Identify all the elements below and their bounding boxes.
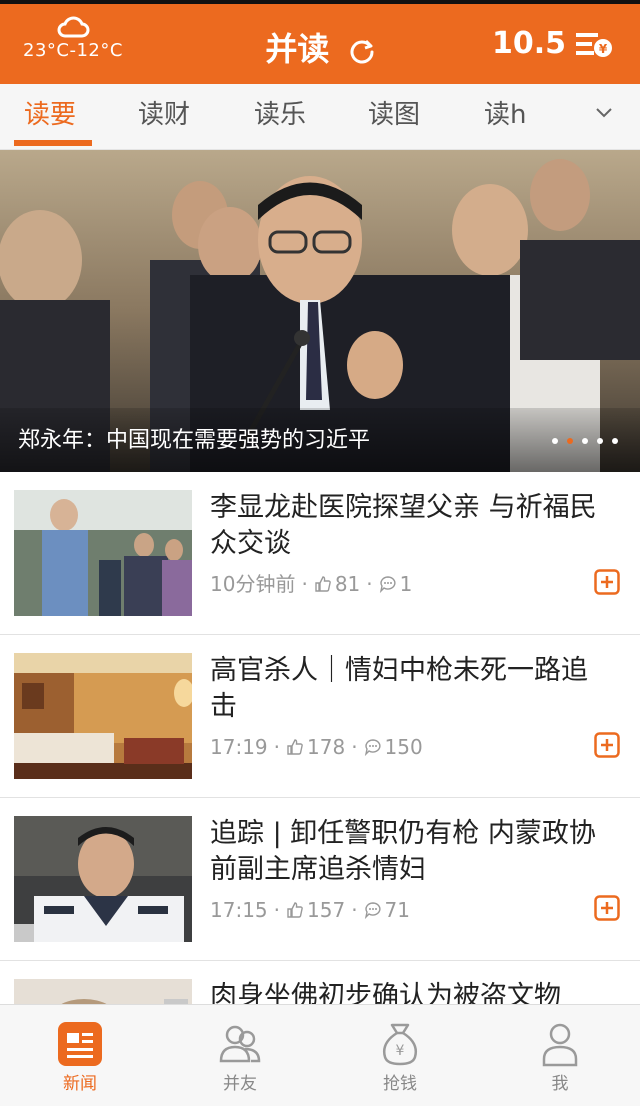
comment-icon: [379, 576, 396, 593]
chevron-down-icon[interactable]: [594, 102, 614, 122]
svg-text:¥: ¥: [599, 42, 608, 56]
pagination-dot[interactable]: [552, 438, 558, 444]
bottom-navigation: 新闻 并友 ¥ 抢钱 我: [0, 1004, 640, 1106]
tab-du-cai[interactable]: 读财: [138, 84, 190, 150]
news-title: 追踪 | 卸任警职仍有枪 内蒙政协前副主席追杀情妇: [210, 818, 596, 885]
nav-label: 抢钱: [383, 1074, 417, 1094]
top-bar: 23°C-12°C 并读 10.5 ¥: [0, 0, 640, 84]
nav-label: 新闻: [63, 1074, 97, 1094]
news-likes: 178: [307, 735, 346, 759]
pagination-dot[interactable]: [612, 438, 618, 444]
news-likes: 157: [307, 898, 346, 922]
list-item[interactable]: 追踪 | 卸任警职仍有枪 内蒙政协前副主席追杀情妇 17:15 · 157 · …: [0, 798, 640, 961]
news-title: 李显龙赴医院探望父亲 与祈福民众交谈: [210, 492, 597, 559]
nav-profile[interactable]: 我: [480, 1005, 640, 1106]
nav-friends[interactable]: 并友: [160, 1005, 320, 1106]
svg-text:¥: ¥: [396, 1043, 405, 1059]
pagination-dot-active[interactable]: [567, 438, 573, 444]
balance-widget[interactable]: 10.5 ¥: [492, 26, 614, 61]
banner-pagination: [552, 438, 618, 444]
thumbs-up-icon: [315, 576, 331, 592]
add-icon[interactable]: [594, 732, 620, 758]
thumbs-up-icon: [287, 739, 303, 755]
list-item[interactable]: 高官杀人｜情妇中枪未死一路追击 17:19 · 178 · 150: [0, 635, 640, 798]
tab-du-tu[interactable]: 读图: [368, 84, 420, 150]
nav-label: 我: [551, 1074, 569, 1094]
pagination-dot[interactable]: [597, 438, 603, 444]
news-time: 17:15: [210, 898, 268, 922]
list-item[interactable]: 李显龙赴医院探望父亲 与祈福民众交谈 10分钟前 · 81 · 1: [0, 472, 640, 635]
balance-value: 10.5: [491, 26, 566, 61]
news-icon: [58, 1022, 102, 1066]
news-meta: 17:19 · 178 · 150: [210, 731, 423, 763]
tab-du-h[interactable]: 读h: [484, 84, 534, 150]
nav-grab-money[interactable]: ¥ 抢钱: [320, 1005, 480, 1106]
news-meta: 10分钟前 · 81 · 1: [210, 568, 412, 600]
profile-icon: [542, 1023, 578, 1067]
news-thumbnail: [14, 653, 192, 779]
app-title-text: 并读: [265, 30, 330, 68]
add-icon[interactable]: [594, 569, 620, 595]
friends-icon: [219, 1025, 261, 1063]
news-title: 高官杀人｜情妇中枪未死一路追击: [210, 655, 588, 722]
news-thumbnail: [14, 490, 192, 616]
nav-news[interactable]: 新闻: [0, 1005, 160, 1106]
news-time: 17:19: [210, 735, 268, 759]
comment-icon: [364, 902, 381, 919]
tab-du-le[interactable]: 读乐: [254, 84, 306, 150]
thumbs-up-icon: [287, 902, 303, 918]
coin-menu-icon: ¥: [576, 32, 612, 57]
add-icon[interactable]: [594, 895, 620, 921]
news-comments: 1: [399, 572, 413, 596]
news-likes: 81: [334, 572, 361, 596]
banner-caption: 郑永年：中国现在需要强势的习近平: [18, 428, 371, 453]
news-thumbnail: [14, 816, 192, 942]
category-tabs: 读要 读财 读乐 读图 读h: [0, 84, 640, 150]
news-comments: 71: [384, 898, 410, 922]
refresh-icon[interactable]: [349, 38, 375, 64]
money-bag-icon: ¥: [383, 1023, 417, 1066]
active-tab-indicator: [14, 140, 92, 146]
headline-banner[interactable]: 郑永年：中国现在需要强势的习近平: [0, 150, 640, 472]
news-comments: 150: [384, 735, 423, 759]
nav-label: 并友: [223, 1074, 257, 1094]
comment-icon: [364, 739, 381, 756]
news-meta: 17:15 · 157 · 71: [210, 894, 410, 926]
pagination-dot[interactable]: [582, 438, 588, 444]
news-time: 10分钟前: [210, 572, 296, 596]
